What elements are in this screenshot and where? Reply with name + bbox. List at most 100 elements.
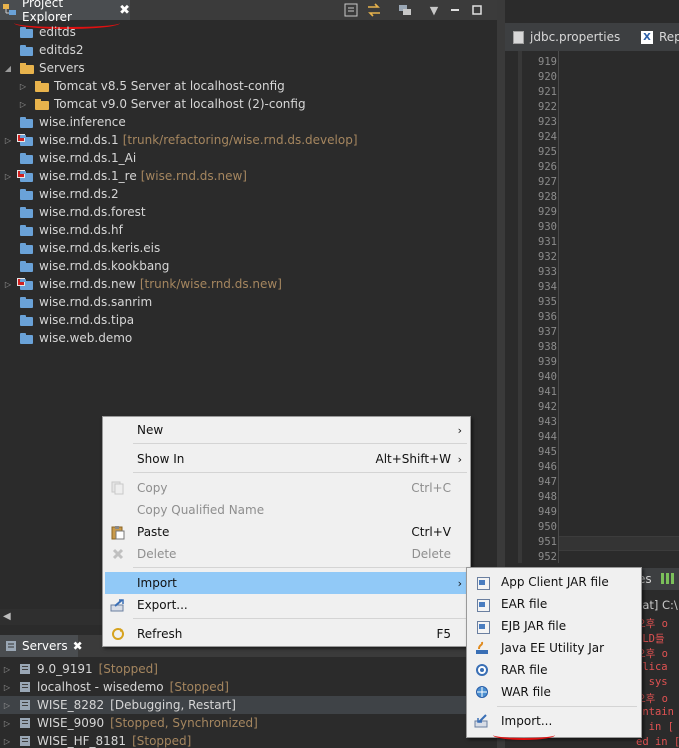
tree-item[interactable]: editds — [0, 23, 497, 41]
line-number: 941 — [538, 386, 557, 398]
menu-item-copy-qualified-name[interactable]: Copy Qualified Name — [105, 499, 469, 521]
line-number: 919 — [538, 56, 557, 68]
server-state: [Stopped] — [132, 734, 192, 748]
submenu-item-rar-file[interactable]: RAR file — [469, 659, 639, 681]
submenu-item-app-client-jar-file[interactable]: App Client JAR file — [469, 571, 639, 593]
svn-decoration: [wise.rnd.ds.new] — [140, 169, 247, 183]
folder-icon — [34, 98, 49, 111]
tree-item[interactable]: ▷ Tomcat v9.0 Server at localhost (2)-con… — [0, 95, 497, 113]
submenu-item-ear-file[interactable]: EAR file — [469, 593, 639, 615]
line-number: 921 — [538, 86, 557, 98]
tree-item-label: wise.rnd.ds.2 — [39, 187, 119, 201]
server-icon — [18, 716, 32, 730]
menu-item-delete[interactable]: Delete Delete — [105, 543, 469, 565]
line-number: 920 — [538, 71, 557, 83]
server-row[interactable]: ▷ 9.0_9191 [Stopped] — [0, 660, 497, 678]
line-number: 940 — [538, 371, 557, 383]
server-icon — [18, 662, 32, 676]
tree-item[interactable]: wise.web.demo — [0, 329, 497, 347]
expand-toggle-icon[interactable]: ▷ — [18, 77, 28, 95]
submenu-item-war-file[interactable]: WAR file — [469, 681, 639, 703]
expand-toggle-icon[interactable]: ▷ — [3, 167, 13, 185]
close-icon[interactable]: ✖ — [119, 3, 130, 18]
menu-item-paste[interactable]: Paste Ctrl+V — [105, 521, 469, 543]
tree-item[interactable]: wise.rnd.ds.kookbang — [0, 257, 497, 275]
java-ee-utility-jar-icon — [474, 640, 490, 656]
tree-item-label: wise.web.demo — [39, 331, 133, 345]
servers-tab[interactable]: Servers ✖ — [0, 635, 83, 657]
tree-item[interactable]: wise.rnd.ds.1_Ai — [0, 149, 497, 167]
expand-toggle-icon[interactable]: ◢ — [3, 59, 13, 77]
expand-toggle-icon[interactable]: ▷ — [0, 737, 14, 746]
server-row[interactable]: ▷ localhost - wisedemo [Stopped] — [0, 678, 497, 696]
tree-item[interactable]: ▷ wise.rnd.ds.1 [trunk/refactoring/wise.rn… — [0, 131, 497, 149]
editor-text-area[interactable]: 919 920 921 922 923 924 925 926 927 928 929 930 931 9… — [505, 51, 679, 563]
tree-item[interactable]: ▷ Tomcat v8.5 Server at localhost-config — [0, 77, 497, 95]
svn-project-icon — [17, 133, 34, 147]
tree-item[interactable]: ▷ wise.rnd.ds.new [trunk/wise.rnd.ds.new] — [0, 275, 497, 293]
line-number: 925 — [538, 146, 557, 158]
menu-item-copy[interactable]: Copy Ctrl+C — [105, 477, 469, 499]
tab-repo[interactable]: X Repo — [641, 23, 679, 51]
submenu-arrow-icon: › — [457, 423, 462, 437]
menu-item-refresh[interactable]: Refresh F5 — [105, 623, 469, 645]
line-number: 922 — [538, 101, 557, 113]
menu-item-show-in[interactable]: Show In Alt+Shift+W › — [105, 448, 469, 470]
tree-item-label: wise.inference — [39, 115, 126, 129]
maximize-icon[interactable] — [469, 2, 485, 18]
menu-item-label: New — [137, 423, 164, 437]
tree-item[interactable]: wise.inference — [0, 113, 497, 131]
project-icon — [19, 26, 34, 39]
console-view-icon[interactable] — [660, 571, 675, 589]
menu-item-export[interactable]: Export... — [105, 594, 469, 616]
import-wizard-icon — [474, 713, 490, 729]
refresh-icon — [110, 626, 126, 642]
expand-toggle-icon[interactable]: ▷ — [0, 719, 14, 728]
menu-item-new[interactable]: New › — [105, 419, 469, 441]
submenu-item-ejb-jar-file[interactable]: EJB JAR file — [469, 615, 639, 637]
minimize-icon[interactable] — [447, 2, 463, 18]
server-row[interactable]: ▷ WISE_HF_8181 [Stopped] — [0, 732, 497, 748]
tree-item[interactable]: wise.rnd.ds.forest — [0, 203, 497, 221]
view-menu-icon[interactable]: ▼ — [426, 2, 442, 18]
svn-decoration: [trunk/refactoring/wise.rnd.ds.develop] — [122, 133, 358, 147]
collapse-all-icon[interactable] — [343, 2, 359, 18]
menu-item-label: Refresh — [137, 627, 183, 641]
server-row[interactable]: ▷ WISE_9090 [Stopped, Synchronized] — [0, 714, 497, 732]
tree-item[interactable]: ◢ Servers — [0, 59, 497, 77]
scroll-left-icon[interactable]: ◀ — [3, 611, 11, 622]
menu-separator — [497, 706, 637, 707]
properties-file-icon — [513, 30, 524, 44]
expand-toggle-icon[interactable]: ▷ — [3, 131, 13, 149]
tree-item-label: wise.rnd.ds.hf — [39, 223, 123, 237]
expand-toggle-icon[interactable]: ▷ — [3, 275, 13, 293]
tree-item[interactable]: wise.rnd.ds.tipa — [0, 311, 497, 329]
expand-toggle-icon[interactable]: ▷ — [0, 665, 14, 674]
link-with-editor-icon[interactable] — [366, 2, 382, 18]
close-icon[interactable]: ✖ — [73, 639, 83, 653]
line-number: 950 — [538, 521, 557, 533]
tree-item[interactable]: wise.rnd.ds.hf — [0, 221, 497, 239]
filter-icon[interactable] — [397, 2, 413, 18]
tree-item[interactable]: wise.rnd.ds.sanrim — [0, 293, 497, 311]
line-number: 926 — [538, 161, 557, 173]
server-row[interactable]: ▷ WISE_8282 [Debugging, Restart] — [0, 696, 497, 714]
menu-item-accelerator: Ctrl+V — [411, 525, 451, 539]
expand-toggle-icon[interactable]: ▷ — [0, 701, 14, 710]
menu-item-import[interactable]: Import › — [105, 572, 469, 594]
line-number: 951 — [538, 536, 557, 548]
tree-item[interactable]: wise.rnd.ds.2 — [0, 185, 497, 203]
submenu-item-java-ee-utility-jar[interactable]: Java EE Utility Jar — [469, 637, 639, 659]
menu-separator — [133, 618, 467, 619]
menu-item-label: Delete — [137, 547, 177, 561]
tab-jdbc-properties[interactable]: jdbc.properties — [513, 23, 620, 51]
submenu-item-import[interactable]: Import... — [469, 710, 639, 732]
expand-toggle-icon[interactable]: ▷ — [0, 683, 14, 692]
tree-item[interactable]: wise.rnd.ds.keris.eis — [0, 239, 497, 257]
tree-item[interactable]: ▷ wise.rnd.ds.1_re [wise.rnd.ds.new] — [0, 167, 497, 185]
server-icon — [18, 680, 32, 694]
server-name: localhost - wisedemo — [37, 680, 164, 694]
expand-toggle-icon[interactable]: ▷ — [18, 95, 28, 113]
tree-item[interactable]: editds2 — [0, 41, 497, 59]
